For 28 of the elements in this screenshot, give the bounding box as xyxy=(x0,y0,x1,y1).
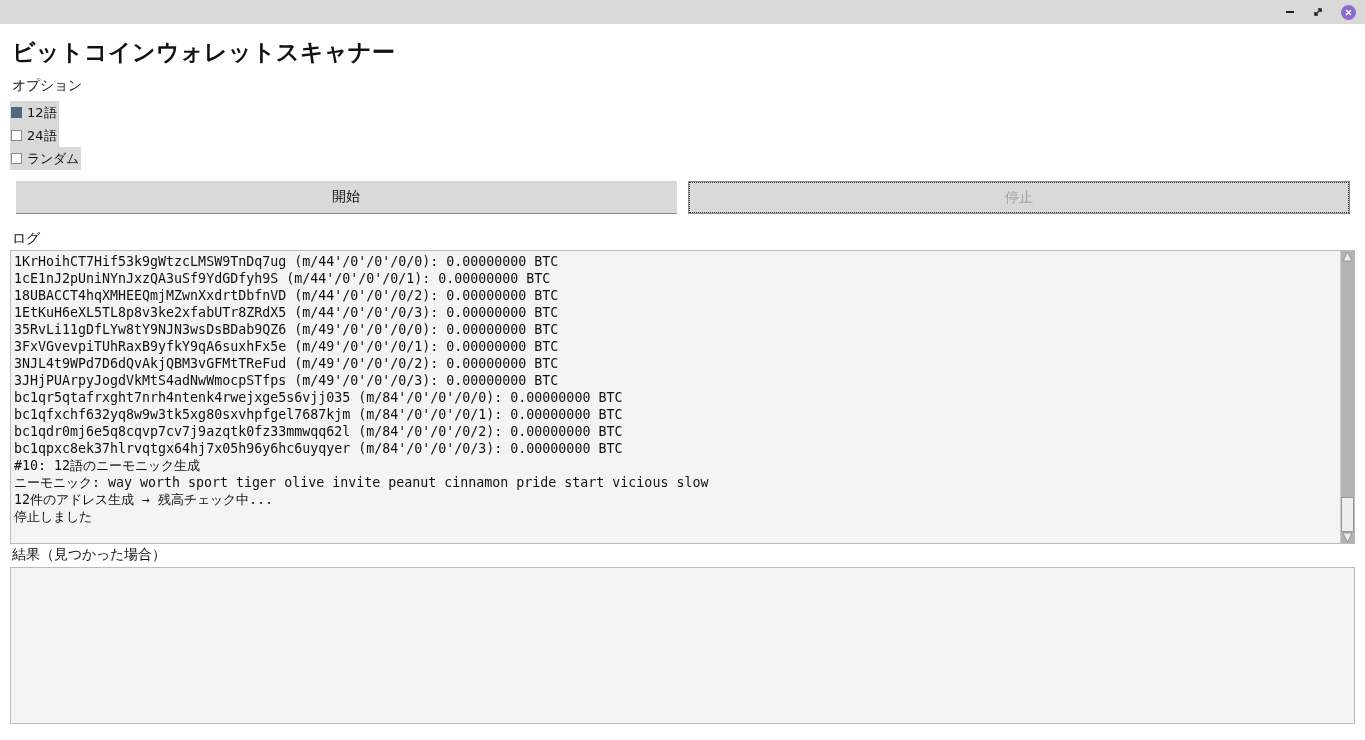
log-line: #10: 12語のニーモニック生成 xyxy=(14,457,202,474)
checkbox-option[interactable]: ランダム xyxy=(10,147,81,170)
scrollbar[interactable] xyxy=(1340,251,1354,543)
scroll-up-icon[interactable] xyxy=(1342,251,1353,262)
log-line: 3NJL4t9WPd7D6dQvAkjQBM3vGFMtTReFud (m/49'/0'/0'/0/2): 0.00000000 BTC xyxy=(14,355,560,372)
log-line: 停止しました xyxy=(14,508,93,525)
results-label: 結果（見つかった場合） xyxy=(12,545,167,564)
app-title: ビットコインウォレットスキャナー xyxy=(12,38,396,67)
log-line: bc1qpxc8ek37hlrvqtgx64hj7x05h96y6hc6uyqyer (m/84'/0'/0'/0/3): 0.00000000 BTC xyxy=(14,440,624,457)
log-line: bc1qfxchf632yq8w9w3tk5xg80sxvhpfgel7687kjm (m/84'/0'/0'/0/1): 0.00000000 BTC xyxy=(14,406,624,423)
options-label: オプション xyxy=(12,76,83,95)
log-line: 1cE1nJ2pUniNYnJxzQA3uSf9YdGDfyh9S (m/44'/0'/0'/0/1): 0.00000000 BTC xyxy=(14,270,552,287)
log-line: ニーモニック: way worth sport tiger olive invite peanut cinnamon pride start vicious slow xyxy=(14,474,710,491)
log-line: 35RvLi11gDfLYw8tY9NJN3wsDsBDab9QZ6 (m/49'/0'/0'/0/0): 0.00000000 BTC xyxy=(14,321,560,338)
log-line: 1EtKuH6eXL5TL8p8v3ke2xfabUTr8ZRdX5 (m/44'/0'/0'/0/3): 0.00000000 BTC xyxy=(14,304,560,321)
log-line: 3FxVGvevpiTUhRaxB9yfkY9qA6suxhFx5e (m/49'/0'/0'/0/1): 0.00000000 BTC xyxy=(14,338,560,355)
log-label: ログ xyxy=(12,229,41,248)
log-line: bc1qdr0mj6e5q8cqvp7cv7j9azqtk0fz33mmwqq62l (m/84'/0'/0'/0/2): 0.00000000 BTC xyxy=(14,423,624,440)
maximize-icon[interactable] xyxy=(1313,7,1323,17)
close-icon[interactable] xyxy=(1341,4,1356,20)
log-line: bc1qr5qtafrxght7nrh4ntenk4rwejxge5s6vjj035 (m/84'/0'/0'/0/0): 0.00000000 BTC xyxy=(14,389,624,406)
log-line: 1KrHoihCT7Hif53k9gWtzcLMSW9TnDq7ug (m/44'/0'/0'/0/0): 0.00000000 BTC xyxy=(14,253,560,270)
checkbox-option[interactable]: 24語 xyxy=(10,124,59,147)
log-line: 3JHjPUArpyJogdVkMtS4adNwWmocpSTfps (m/49'/0'/0'/0/3): 0.00000000 BTC xyxy=(14,372,560,389)
checkbox-option[interactable]: 12語 xyxy=(10,101,59,124)
log-line: 12件のアドレス生成 → 残高チェック中... xyxy=(14,491,275,508)
log-line: 18UBACCT4hqXMHEEQmjMZwnXxdrtDbfnVD (m/44'/0'/0'/0/2): 0.00000000 BTC xyxy=(14,287,560,304)
start-button[interactable]: 開始 xyxy=(16,181,677,214)
